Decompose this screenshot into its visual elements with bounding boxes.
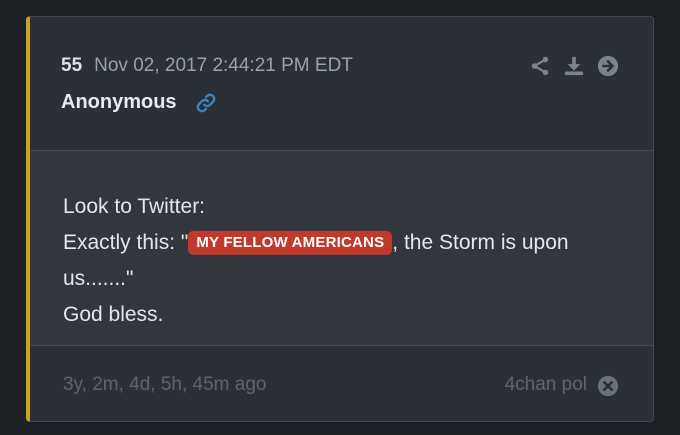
post-text: Look to Twitter: Exactly this: " MY FELLO…	[63, 189, 613, 333]
quote-prefix: Exactly this: "	[63, 231, 189, 254]
download-icon[interactable]	[563, 55, 585, 77]
post-date: Nov 02, 2017 2:44:21 PM EDT	[94, 55, 353, 76]
author-name: Anonymous	[61, 91, 177, 113]
post-source: 4chan pol	[504, 374, 587, 395]
post-line-3: God bless.	[63, 303, 164, 326]
close-circle-icon[interactable]	[597, 375, 619, 397]
highlight-tag: MY FELLOW AMERICANS	[188, 231, 393, 255]
post-meta: 55 Nov 02, 2017 2:44:21 PM EDT	[61, 55, 353, 77]
post-body: Look to Twitter: Exactly this: " MY FELLO…	[30, 150, 653, 346]
link-icon[interactable]	[195, 92, 217, 114]
post-line-2: Exactly this: " MY FELLOW AMERICANS, the …	[63, 225, 613, 297]
post-card: 55 Nov 02, 2017 2:44:21 PM EDT Anonymous	[26, 16, 654, 422]
arrow-right-circle-icon[interactable]	[597, 55, 619, 77]
author-row: Anonymous	[61, 91, 217, 114]
post-number: 55	[61, 55, 83, 76]
post-actions	[529, 55, 619, 77]
post-age: 3y, 2m, 4d, 5h, 45m ago	[63, 374, 267, 395]
post-header: 55 Nov 02, 2017 2:44:21 PM EDT Anonymous	[30, 17, 653, 150]
share-icon[interactable]	[529, 55, 551, 77]
post-line-1: Look to Twitter:	[63, 195, 206, 218]
post-footer: 3y, 2m, 4d, 5h, 45m ago 4chan pol	[30, 347, 653, 421]
